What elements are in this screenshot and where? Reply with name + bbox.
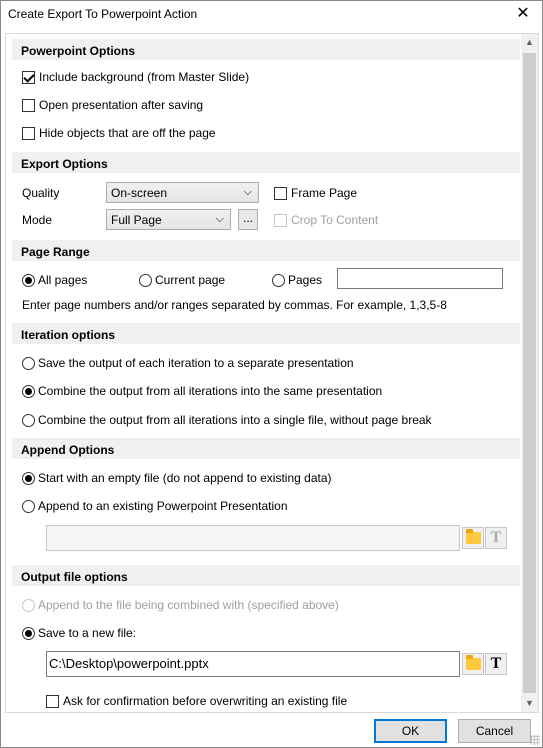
append-existing-option[interactable]: Append to an existing Powerpoint Present… bbox=[22, 499, 288, 513]
iteration-combine-single-radio[interactable] bbox=[22, 413, 35, 427]
chevron-down-icon: ⌵ bbox=[243, 186, 252, 198]
pages-label: Pages bbox=[288, 273, 323, 287]
output-browse-button[interactable] bbox=[462, 653, 484, 675]
ok-button[interactable]: OK bbox=[374, 719, 447, 743]
start-empty-option[interactable]: Start with an empty file (do not append … bbox=[22, 471, 332, 485]
options-panel: Powerpoint Options Include background (f… bbox=[5, 33, 539, 713]
crop-to-content-label: Crop To Content bbox=[291, 213, 379, 227]
append-existing-label: Append to an existing Powerpoint Present… bbox=[38, 499, 288, 513]
folder-icon bbox=[465, 529, 481, 544]
ask-confirm-label: Ask for confirmation before overwriting … bbox=[63, 694, 348, 708]
pages-option[interactable]: Pages bbox=[272, 273, 322, 287]
hide-objects-option[interactable]: Hide objects that are off the page bbox=[22, 126, 216, 140]
all-pages-radio[interactable] bbox=[22, 273, 35, 287]
iteration-separate-label: Save the output of each iteration to a s… bbox=[38, 356, 354, 370]
quality-label: Quality bbox=[22, 186, 60, 200]
open-after-saving-checkbox[interactable] bbox=[22, 98, 35, 112]
iteration-combine-single-option[interactable]: Combine the output from all iterations i… bbox=[22, 413, 432, 427]
include-background-label: Include background (from Master Slide) bbox=[39, 70, 250, 84]
save-new-label: Save to a new file: bbox=[38, 626, 137, 640]
append-path-input bbox=[46, 525, 460, 551]
iteration-combine-same-label: Combine the output from all iterations i… bbox=[38, 384, 383, 398]
title-bar: Create Export To Powerpoint Action ✕ bbox=[1, 1, 542, 27]
append-text-button: T bbox=[485, 527, 507, 549]
append-combined-option: Append to the file being combined with (… bbox=[22, 598, 339, 612]
open-after-saving-option[interactable]: Open presentation after saving bbox=[22, 98, 203, 112]
close-icon[interactable]: ✕ bbox=[510, 4, 536, 24]
quality-select[interactable]: On-screen ⌵ bbox=[106, 182, 259, 203]
output-text-button[interactable]: T bbox=[485, 653, 507, 675]
start-empty-label: Start with an empty file (do not append … bbox=[38, 471, 332, 485]
section-header-iteration-options: Iteration options bbox=[12, 323, 520, 344]
pages-radio[interactable] bbox=[272, 273, 285, 287]
iteration-combine-same-radio[interactable] bbox=[22, 384, 35, 398]
ask-confirm-option[interactable]: Ask for confirmation before overwriting … bbox=[46, 694, 347, 708]
crop-to-content-checkbox bbox=[274, 213, 287, 227]
dialog-window: Create Export To Powerpoint Action ✕ Pow… bbox=[0, 0, 543, 748]
include-background-option[interactable]: Include background (from Master Slide) bbox=[22, 70, 249, 84]
vertical-scrollbar[interactable]: ▲ ▼ bbox=[521, 34, 538, 712]
all-pages-label: All pages bbox=[38, 273, 88, 287]
hide-objects-checkbox[interactable] bbox=[22, 126, 35, 140]
all-pages-option[interactable]: All pages bbox=[22, 273, 87, 287]
cancel-button[interactable]: Cancel bbox=[458, 719, 531, 743]
append-combined-label: Append to the file being combined with (… bbox=[38, 598, 339, 612]
section-header-powerpoint-options: Powerpoint Options bbox=[12, 39, 520, 60]
frame-page-checkbox[interactable] bbox=[274, 186, 287, 200]
save-new-option[interactable]: Save to a new file: bbox=[22, 626, 136, 640]
scrollbar-thumb[interactable] bbox=[523, 53, 536, 693]
section-header-page-range: Page Range bbox=[12, 240, 520, 261]
iteration-separate-option[interactable]: Save the output of each iteration to a s… bbox=[22, 356, 354, 370]
append-browse-button bbox=[462, 527, 484, 549]
crop-to-content-option: Crop To Content bbox=[274, 213, 378, 227]
open-after-saving-label: Open presentation after saving bbox=[39, 98, 204, 112]
mode-label: Mode bbox=[22, 213, 53, 227]
ask-confirm-checkbox[interactable] bbox=[46, 694, 59, 708]
section-header-export-options: Export Options bbox=[12, 152, 520, 173]
pages-input[interactable] bbox=[337, 268, 503, 289]
frame-page-label: Frame Page bbox=[291, 186, 358, 200]
current-page-radio[interactable] bbox=[139, 273, 152, 287]
iteration-combine-same-option[interactable]: Combine the output from all iterations i… bbox=[22, 384, 382, 398]
hide-objects-label: Hide objects that are off the page bbox=[39, 126, 216, 140]
frame-page-option[interactable]: Frame Page bbox=[274, 186, 357, 200]
scroll-down-icon[interactable]: ▼ bbox=[521, 695, 538, 712]
section-header-output-file-options: Output file options bbox=[12, 565, 520, 586]
page-range-hint: Enter page numbers and/or ranges separat… bbox=[22, 298, 447, 312]
save-new-radio[interactable] bbox=[22, 626, 35, 640]
mode-select-value: Full Page bbox=[111, 213, 162, 227]
mode-more-button[interactable]: ... bbox=[238, 209, 258, 230]
text-icon: T bbox=[490, 529, 502, 546]
chevron-down-icon: ⌵ bbox=[215, 213, 224, 225]
quality-select-value: On-screen bbox=[111, 186, 168, 200]
output-path-input[interactable]: C:\Desktop\powerpoint.pptx bbox=[46, 651, 460, 677]
resize-grip-icon[interactable] bbox=[530, 735, 540, 745]
folder-icon bbox=[465, 655, 481, 670]
mode-select[interactable]: Full Page ⌵ bbox=[106, 209, 231, 230]
include-background-checkbox[interactable] bbox=[22, 70, 35, 84]
current-page-label: Current page bbox=[155, 273, 226, 287]
scroll-up-icon[interactable]: ▲ bbox=[521, 34, 538, 51]
window-title: Create Export To Powerpoint Action bbox=[8, 7, 198, 21]
append-combined-radio bbox=[22, 598, 35, 612]
text-icon: T bbox=[490, 655, 502, 672]
iteration-combine-single-label: Combine the output from all iterations i… bbox=[38, 413, 432, 427]
current-page-option[interactable]: Current page bbox=[139, 273, 225, 287]
start-empty-radio[interactable] bbox=[22, 471, 35, 485]
section-header-append-options: Append Options bbox=[12, 438, 520, 459]
append-existing-radio[interactable] bbox=[22, 499, 35, 513]
iteration-separate-radio[interactable] bbox=[22, 356, 35, 370]
